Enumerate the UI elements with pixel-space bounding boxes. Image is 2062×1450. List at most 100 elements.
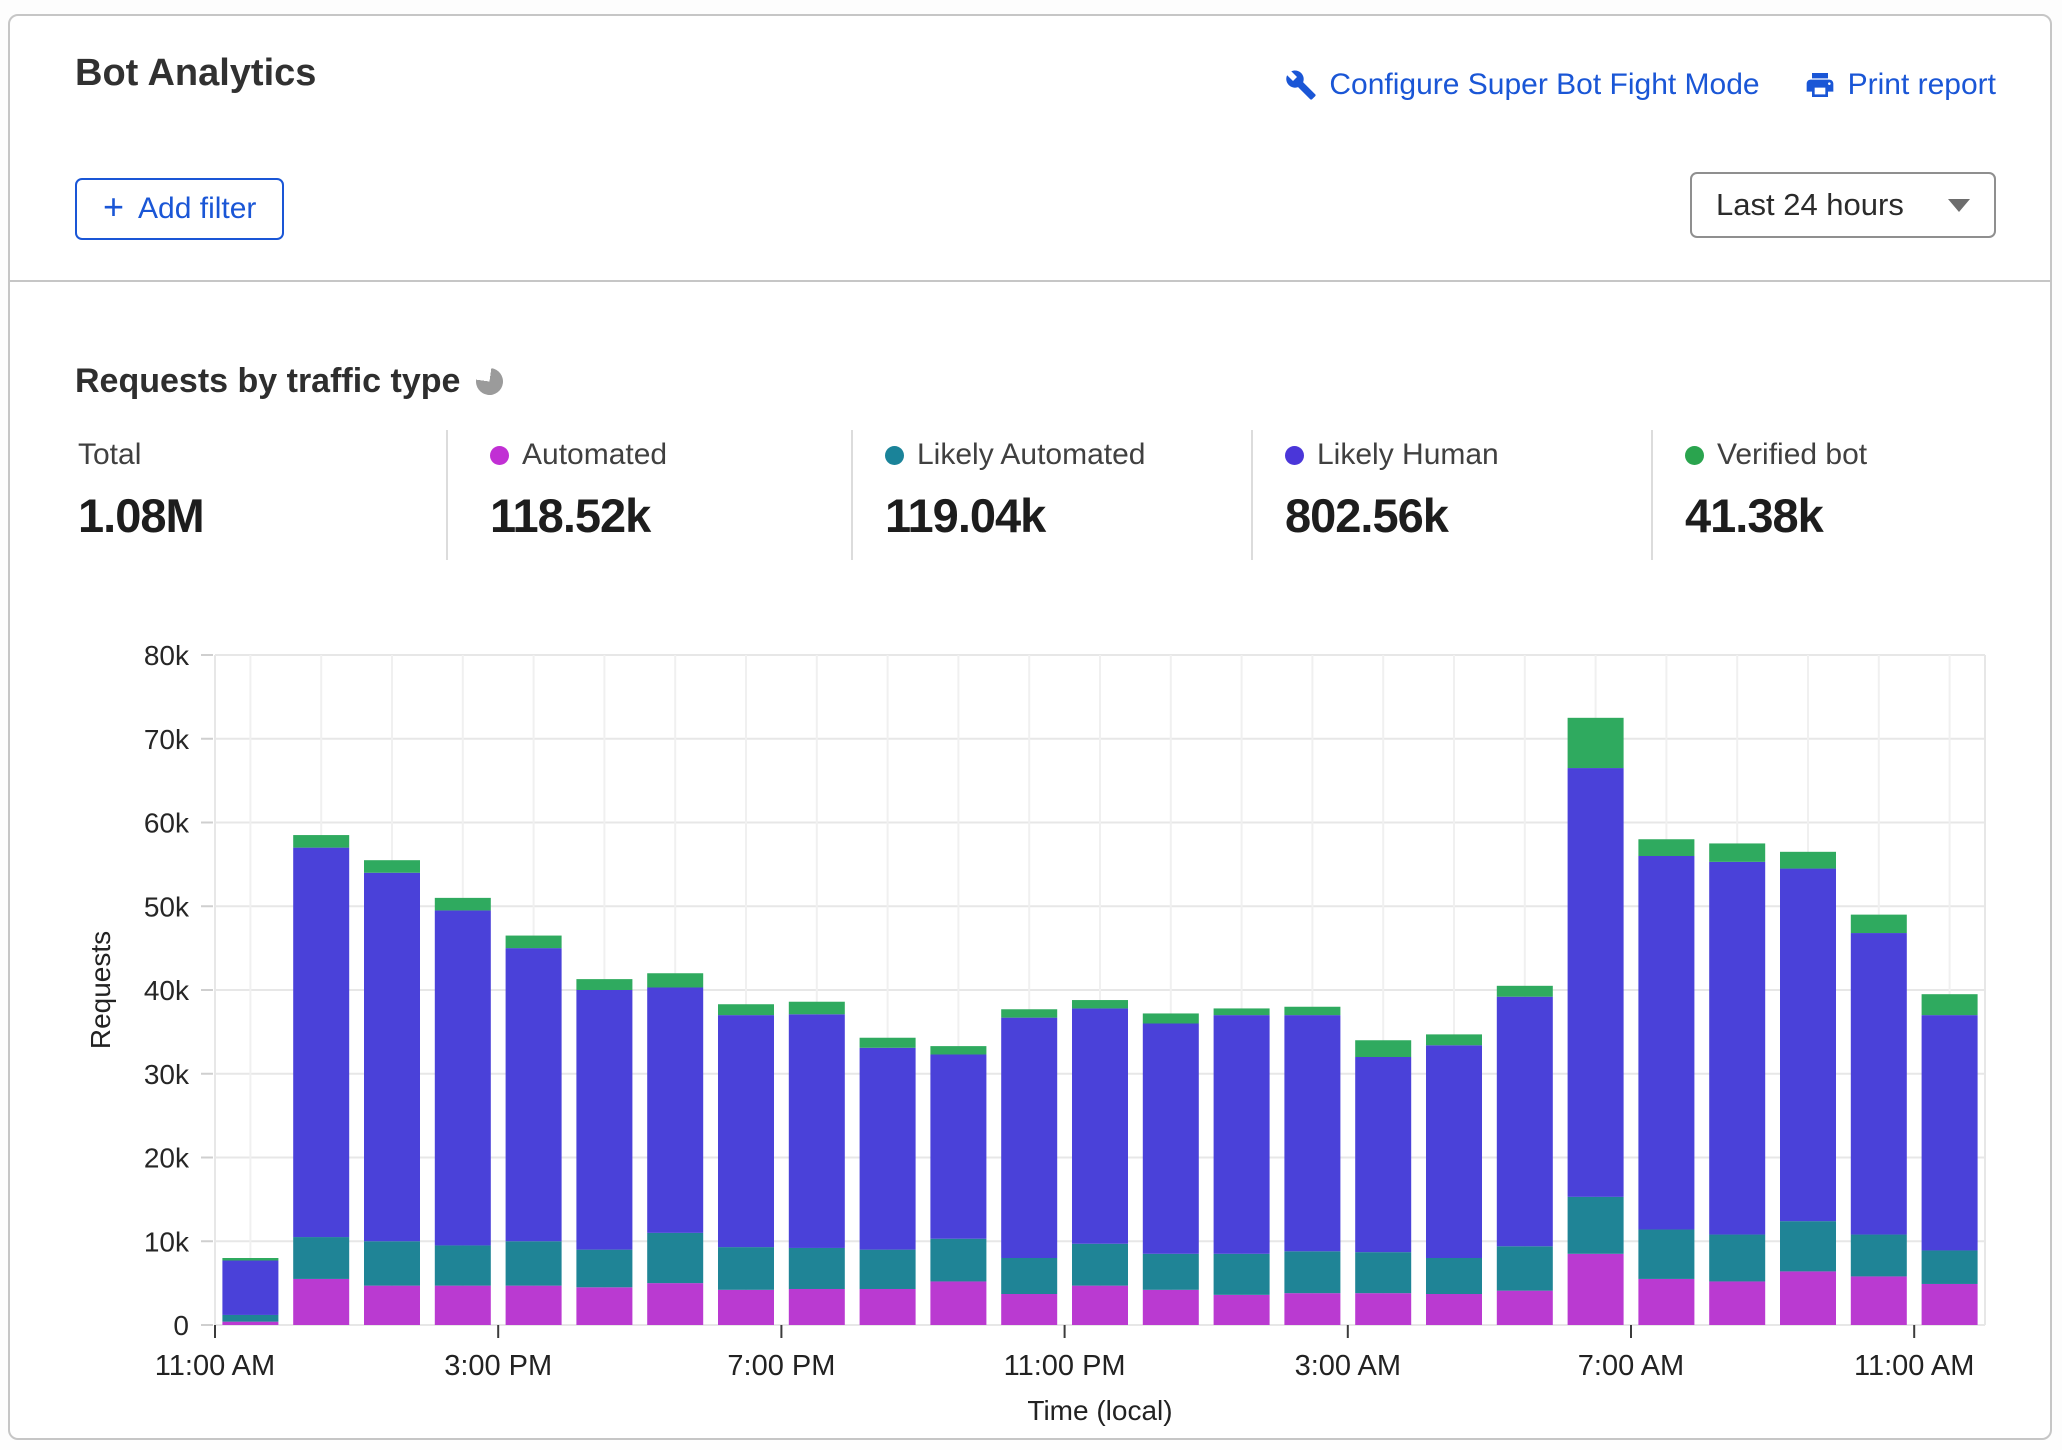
bar-segment-verified-bot [576,979,632,990]
bar-segment-automated [647,1283,703,1325]
bar-segment-verified-bot [1638,839,1694,856]
stat-automated-value: 118.52k [490,488,667,543]
bar-segment-likely-automated [1284,1251,1340,1293]
bar-segment-likely-automated [1001,1258,1057,1294]
stat-verified-bot-label: Verified bot [1717,438,1867,472]
bar-segment-likely-human [1922,1015,1978,1250]
bar-segment-likely-human [930,1054,986,1238]
y-tick-label: 80k [144,640,190,671]
header-links: Configure Super Bot Fight Mode Print rep… [1285,68,1996,102]
bar-segment-likely-human [718,1015,774,1247]
bar-segment-likely-automated [1780,1221,1836,1271]
bar-segment-likely-automated [1072,1244,1128,1286]
bar-segment-likely-human [1497,997,1553,1247]
configure-link-label: Configure Super Bot Fight Mode [1329,68,1759,102]
bar-segment-automated [222,1322,278,1325]
stat-likely-human: Likely Human 802.56k [1285,438,1499,543]
section-title: Requests by traffic type [75,362,460,401]
y-tick-label: 70k [144,724,190,755]
y-tick-label: 20k [144,1143,190,1174]
bar-segment-likely-automated [1143,1254,1199,1290]
likely-human-dot-icon [1285,446,1304,465]
print-report-link[interactable]: Print report [1804,68,1996,102]
bar-segment-automated [435,1286,491,1325]
plus-icon: + [103,189,124,225]
header-divider [10,280,2052,282]
wrench-icon [1285,69,1317,101]
bar-segment-verified-bot [1568,718,1624,768]
bar-segment-automated [1001,1294,1057,1325]
bar-segment-likely-human [576,990,632,1250]
bar-segment-likely-automated [222,1315,278,1322]
stat-automated: Automated 118.52k [490,438,667,543]
bar-segment-verified-bot [860,1038,916,1048]
bar-segment-likely-automated [1851,1235,1907,1277]
bar-segment-likely-automated [1497,1246,1553,1290]
bar-segment-likely-automated [1568,1197,1624,1254]
bar-segment-likely-human [222,1261,278,1315]
bar-segment-likely-automated [506,1241,562,1285]
bar-segment-likely-automated [860,1250,916,1289]
stat-total-label: Total [78,438,141,472]
bar-segment-likely-human [1851,933,1907,1235]
bar-segment-likely-automated [789,1248,845,1289]
bar-segment-likely-human [435,910,491,1245]
bar-segment-verified-bot [435,898,491,911]
bar-segment-verified-bot [1709,843,1765,861]
bar-segment-likely-automated [1426,1258,1482,1294]
stat-likely-human-label: Likely Human [1317,438,1499,472]
bar-segment-automated [1638,1279,1694,1325]
bar-segment-verified-bot [1072,1000,1128,1008]
time-range-select[interactable]: Last 24 hours [1690,172,1996,238]
bar-segment-automated [293,1279,349,1325]
bar-segment-likely-human [647,987,703,1232]
stat-likely-automated-value: 119.04k [885,488,1145,543]
stat-total: Total 1.08M [78,438,204,543]
bar-segment-likely-automated [647,1233,703,1283]
bar-segment-likely-human [1709,862,1765,1235]
y-tick-label: 60k [144,808,190,839]
bar-segment-automated [1355,1293,1411,1325]
bar-segment-likely-human [1143,1024,1199,1254]
bar-segment-likely-automated [1709,1235,1765,1282]
bar-segment-automated [930,1281,986,1325]
bar-segment-verified-bot [718,1004,774,1015]
y-tick-label: 0 [173,1310,189,1341]
bar-segment-automated [1709,1281,1765,1325]
bar-segment-verified-bot [222,1258,278,1261]
time-range-value: Last 24 hours [1716,187,1904,223]
bar-segment-likely-human [506,948,562,1241]
bar-segment-verified-bot [1214,1008,1270,1015]
bar-segment-automated [718,1290,774,1325]
bar-segment-verified-bot [1426,1034,1482,1045]
x-tick-label: 11:00 AM [1854,1350,1974,1382]
bar-segment-verified-bot [1922,994,1978,1015]
bar-segment-likely-automated [718,1247,774,1290]
printer-icon [1804,69,1836,101]
bar-segment-likely-human [1426,1045,1482,1258]
stat-separator [1251,430,1253,560]
bar-segment-automated [506,1286,562,1325]
bar-segment-likely-automated [435,1245,491,1285]
stat-total-value: 1.08M [78,488,204,543]
stat-automated-label: Automated [522,438,667,472]
stat-verified-bot-value: 41.38k [1685,488,1867,543]
bar-segment-verified-bot [1143,1013,1199,1023]
x-tick-label: 7:00 PM [727,1350,835,1382]
bar-segment-verified-bot [1780,852,1836,869]
bar-segment-automated [1851,1276,1907,1325]
configure-super-bot-fight-mode-link[interactable]: Configure Super Bot Fight Mode [1285,68,1759,102]
print-link-label: Print report [1848,68,1996,102]
x-tick-label: 7:00 AM [1578,1350,1684,1382]
bar-segment-likely-automated [364,1241,420,1285]
bar-segment-likely-automated [1638,1230,1694,1279]
y-tick-label: 40k [144,975,190,1006]
bar-segment-automated [1497,1291,1553,1325]
bar-segment-verified-bot [1001,1009,1057,1017]
y-tick-label: 50k [144,891,190,922]
bar-segment-automated [1214,1295,1270,1325]
bar-segment-likely-automated [930,1239,986,1282]
bar-segment-automated [1143,1290,1199,1325]
add-filter-button[interactable]: + Add filter [75,178,284,240]
bar-segment-likely-human [1072,1008,1128,1243]
